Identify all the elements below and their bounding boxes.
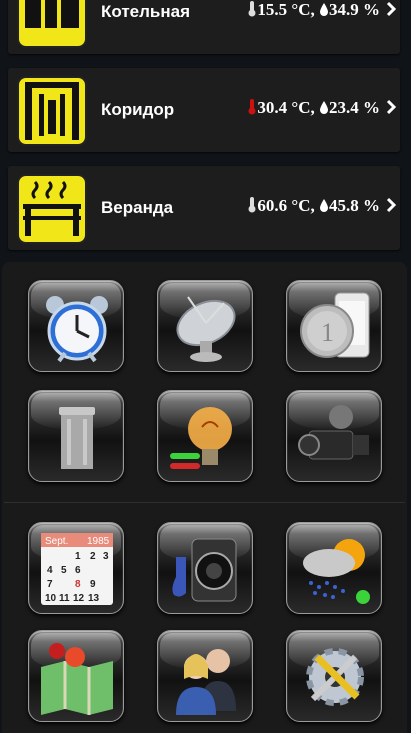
boiler-icon	[17, 0, 87, 48]
divider	[4, 502, 405, 503]
trash-can-icon	[59, 407, 95, 469]
calendar-month: Sept.	[45, 536, 68, 547]
map-icon	[41, 643, 113, 715]
room-card-koridor[interactable]: Коридор 30.4 °C, 23.4 %	[8, 68, 400, 152]
app-grid-panel: 1 Sept. 1 985 1 2 3 4 5 6 7 8 9 10 11 12 …	[2, 262, 407, 733]
room-sensors: 15.5 °C, 34.9 %	[247, 0, 380, 20]
speaker-tile[interactable]	[157, 522, 253, 614]
calendar-day: 1	[75, 551, 81, 562]
calendar-tile[interactable]: Sept. 1985 1 2 3 4 5 6 7 8 9 10 11 12 13	[28, 522, 124, 614]
humidity-value: 34.9 %	[329, 0, 380, 19]
temperature-value: 60.6 °C,	[257, 196, 315, 215]
humidity-drop-icon	[320, 199, 328, 212]
calendar-day: 4	[47, 565, 53, 576]
trash-can-tile[interactable]	[28, 390, 124, 482]
calendar-day: 5	[61, 565, 67, 576]
video-camera-icon	[298, 405, 369, 460]
svg-text:1: 1	[321, 318, 334, 347]
thermometer-icon	[248, 197, 256, 213]
speaker-icon	[172, 538, 237, 602]
people-icon	[176, 649, 236, 715]
settings-icon	[306, 648, 364, 706]
coin-phone-tile[interactable]: 1	[286, 280, 382, 372]
room-sensors: 60.6 °C, 45.8 %	[247, 196, 380, 216]
humidity-drop-icon	[320, 3, 328, 16]
room-name: Котельная	[101, 2, 191, 21]
calendar-year: 1985	[87, 536, 110, 547]
calendar-day: 2	[90, 551, 96, 562]
alarm-clock-icon	[46, 296, 108, 363]
calendar-day: 3	[103, 551, 109, 562]
room-card-veranda[interactable]: Веранда 60.6 °C, 45.8 %	[8, 166, 400, 250]
calendar-day: 7	[47, 579, 53, 590]
settings-tile[interactable]	[286, 630, 382, 722]
alarm-clock-tile[interactable]	[28, 280, 124, 372]
calendar-day: 11	[59, 593, 70, 604]
calendar-day: 8	[75, 579, 81, 590]
room-name: Веранда	[101, 198, 174, 217]
chevron-right-icon[interactable]	[386, 1, 396, 17]
thermometer-icon	[248, 99, 256, 115]
calendar-day: 9	[90, 579, 96, 590]
satellite-dish-tile[interactable]	[157, 280, 253, 372]
chevron-right-icon[interactable]	[386, 197, 396, 213]
humidity-value: 23.4 %	[329, 98, 380, 117]
satellite-dish-icon	[176, 296, 236, 362]
room-name: Коридор	[101, 100, 175, 119]
veranda-icon	[17, 174, 87, 244]
calendar-day: 12	[73, 593, 85, 604]
corridor-icon	[17, 76, 87, 146]
calendar-day: 10	[45, 593, 57, 604]
map-tile[interactable]	[28, 630, 124, 722]
light-bulb-icon	[170, 407, 232, 469]
coin-phone-icon: 1	[300, 292, 370, 358]
chevron-right-icon[interactable]	[386, 99, 396, 115]
thermometer-icon	[248, 1, 256, 17]
weather-tile[interactable]	[286, 522, 382, 614]
temperature-value: 15.5 °C,	[257, 0, 315, 19]
humidity-drop-icon	[320, 101, 328, 114]
light-bulb-tile[interactable]	[157, 390, 253, 482]
people-tile[interactable]	[157, 630, 253, 722]
video-camera-tile[interactable]	[286, 390, 382, 482]
calendar-day: 13	[88, 593, 100, 604]
room-card-kotelnaya[interactable]: Котельная 15.5 °C, 34.9 %	[8, 0, 400, 54]
humidity-value: 45.8 %	[329, 196, 380, 215]
calendar-icon: Sept. 1985 1 2 3 4 5 6 7 8 9 10 11 12 13	[41, 533, 113, 605]
calendar-day: 6	[75, 565, 81, 576]
weather-icon	[303, 539, 370, 604]
temperature-value: 30.4 °C,	[257, 98, 315, 117]
room-sensors: 30.4 °C, 23.4 %	[247, 98, 380, 118]
